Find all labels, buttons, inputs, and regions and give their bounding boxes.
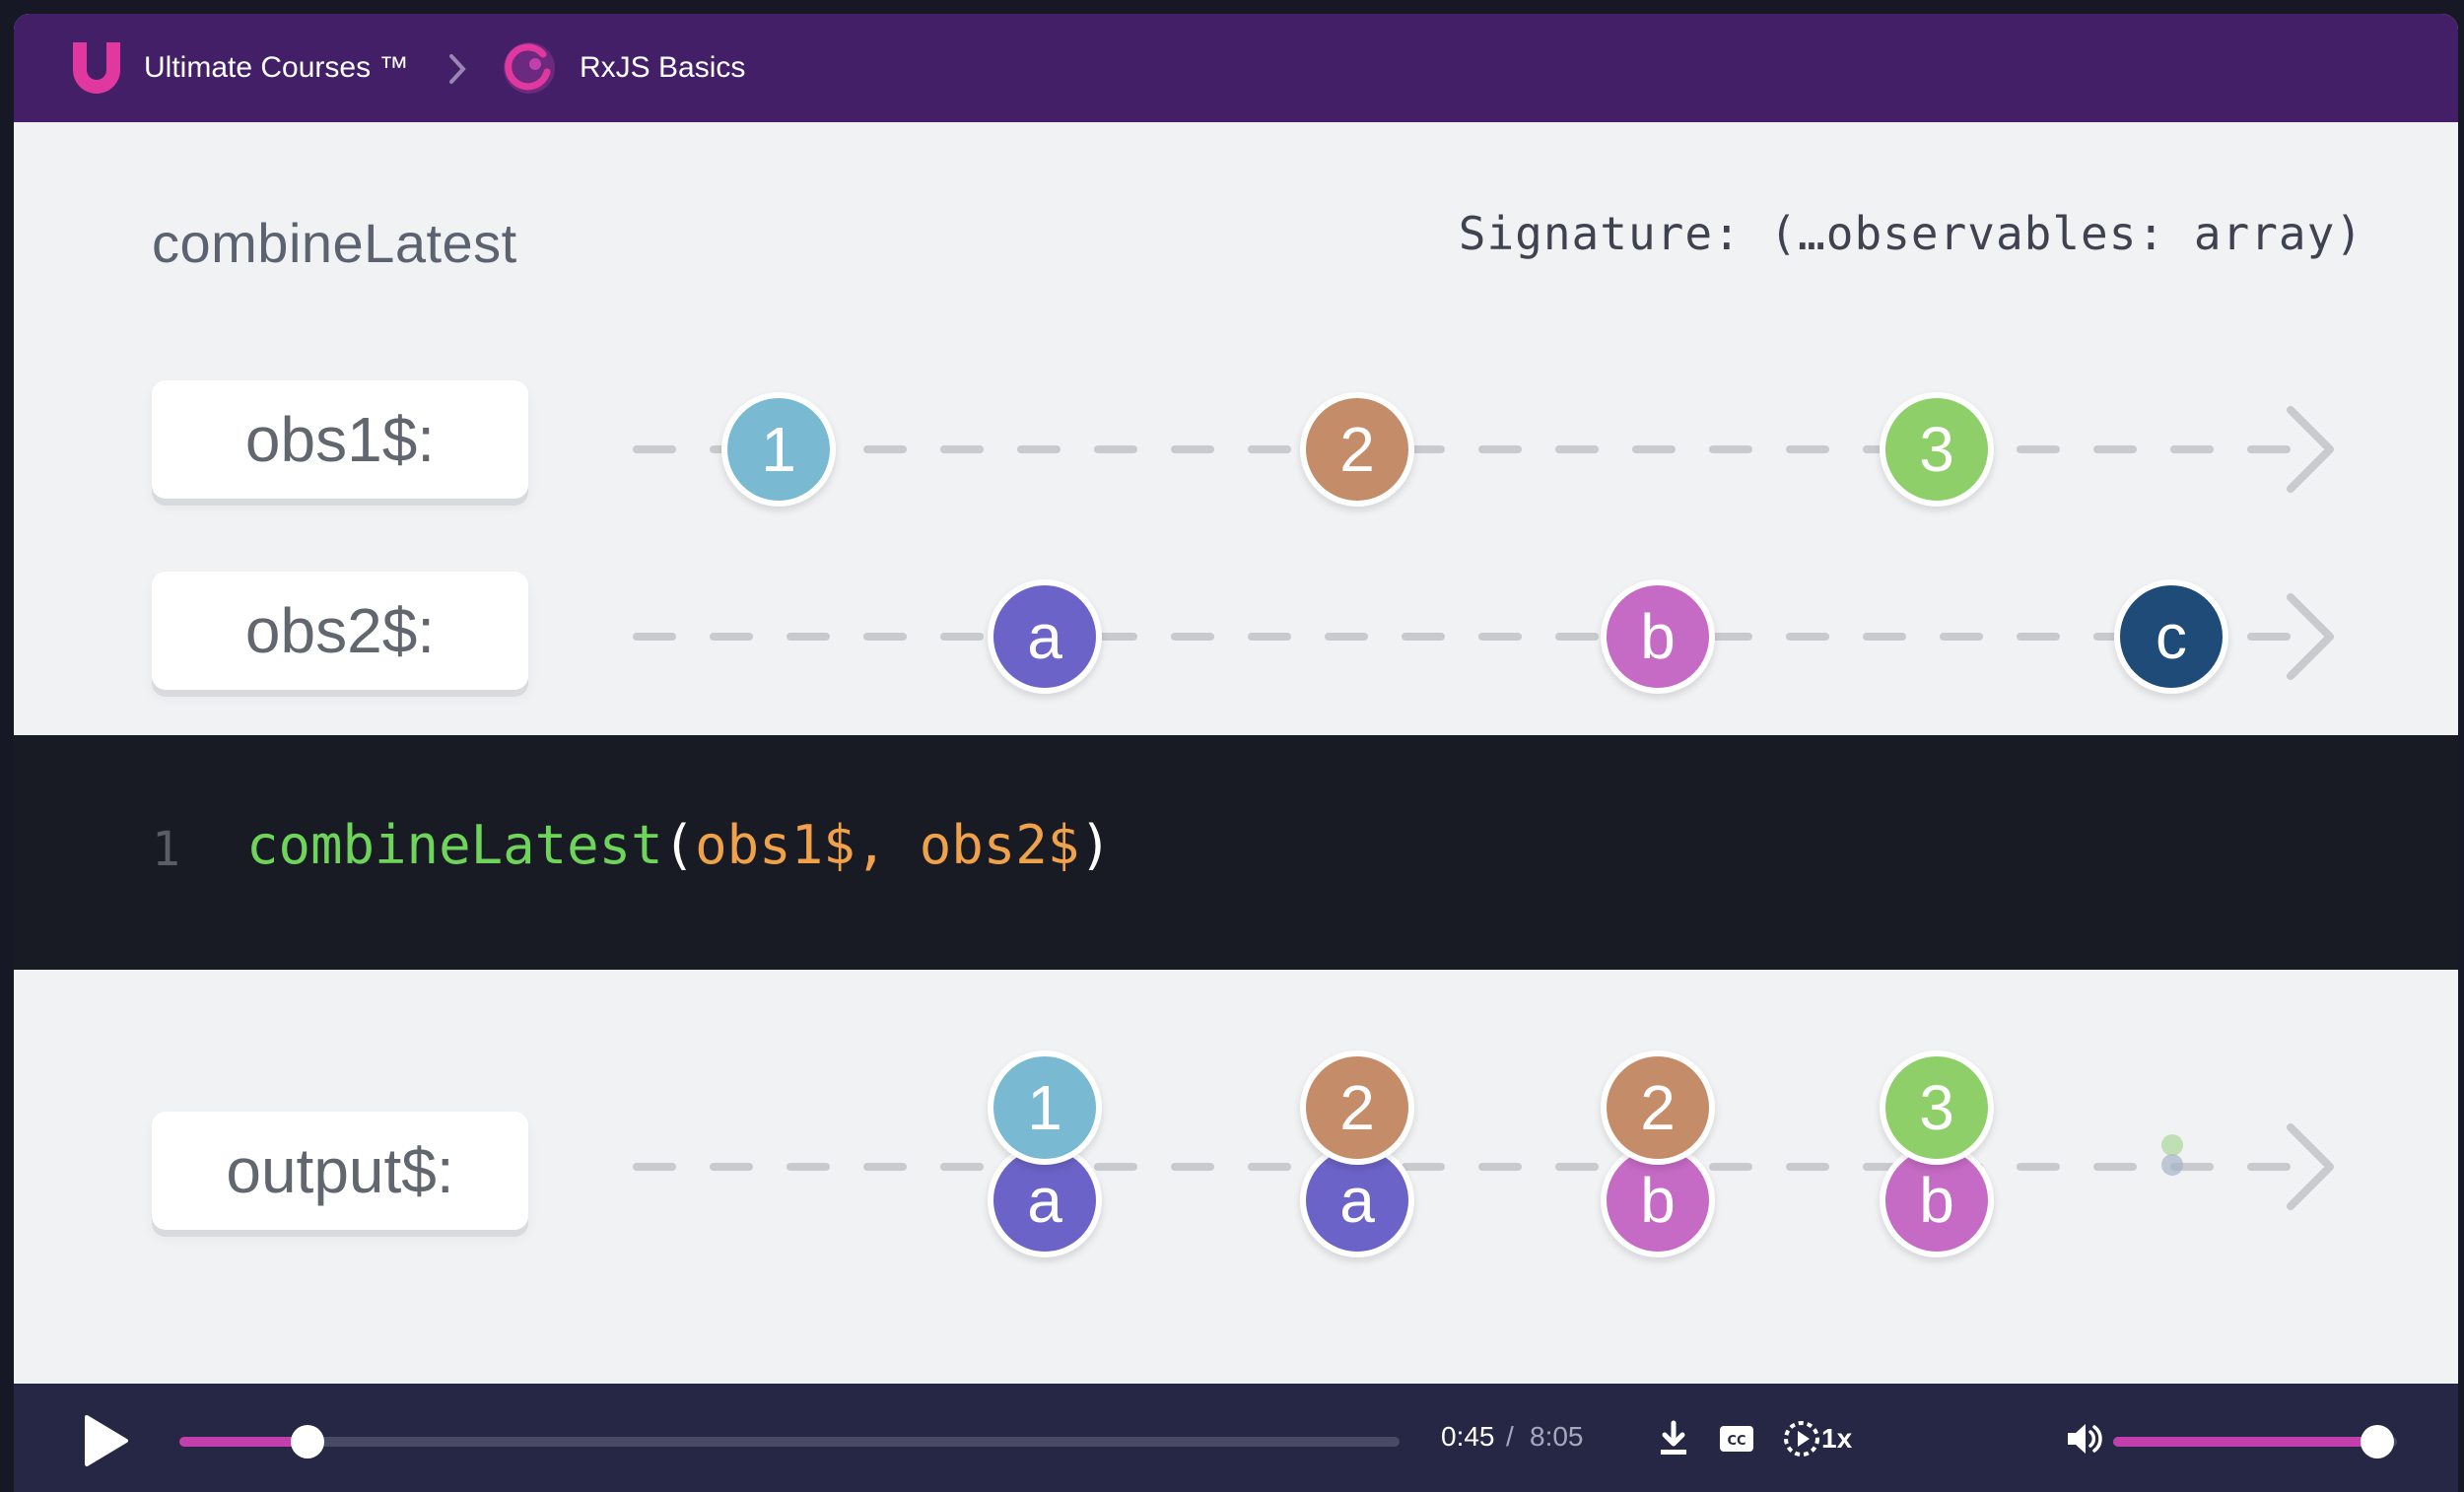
time-separator: / <box>1506 1421 1514 1452</box>
volume-icon[interactable] <box>2064 1419 2103 1458</box>
volume-level <box>2113 1437 2377 1447</box>
code-open-paren: ( <box>662 814 696 876</box>
marble-obs1-2: 2 <box>1300 392 1414 507</box>
rxjs-logo-icon <box>504 42 555 94</box>
volume-handle[interactable] <box>2360 1425 2394 1458</box>
brand-link[interactable]: Ultimate Courses ™ <box>144 43 408 93</box>
marble-obs2-c: c <box>2114 579 2228 694</box>
course-header: Ultimate Courses ™ RxJS Basics <box>14 14 2458 122</box>
seek-handle[interactable] <box>290 1425 324 1458</box>
marble-obs1-3: 3 <box>1880 392 1994 507</box>
code-arg-1: obs1$ <box>695 814 856 876</box>
stream-label-output: output$: <box>152 1112 528 1230</box>
code-comma: , <box>855 814 920 876</box>
playback-speed-icon[interactable] <box>1782 1419 1821 1458</box>
fading-marble-top <box>2161 1134 2183 1156</box>
seek-progress <box>179 1437 308 1447</box>
marble-diagram-output: output$: a 1 a 2 b 2 b 3 <box>14 970 2458 1384</box>
marble-obs1-1: 1 <box>721 392 836 507</box>
code-editor: 1 combineLatest(obs1$, obs2$) <box>14 735 2458 970</box>
svg-text:CC: CC <box>1727 1434 1745 1449</box>
output-marble-3-top: 2 <box>1601 1051 1715 1165</box>
play-icon[interactable] <box>79 1413 132 1468</box>
output-marble-4-top: 3 <box>1880 1051 1994 1165</box>
total-time: 8:05 <box>1530 1421 1584 1452</box>
code-close-paren: ) <box>1079 814 1112 876</box>
seek-bar[interactable] <box>179 1425 1400 1458</box>
output-marble-2-top: 2 <box>1300 1051 1414 1165</box>
code-arg-2: obs2$ <box>919 814 1080 876</box>
marble-diagram-inputs: combineLatest Signature: (…observables: … <box>14 122 2458 735</box>
stream-label-obs1: obs1$: <box>152 380 528 499</box>
marble-obs2-a: a <box>988 579 1102 694</box>
download-icon[interactable] <box>1654 1419 1693 1458</box>
volume-slider[interactable] <box>2113 1425 2397 1458</box>
line-number: 1 <box>152 822 180 877</box>
marble-obs2-b: b <box>1601 579 1715 694</box>
captions-icon[interactable]: CC <box>1717 1419 1756 1458</box>
code-function: combineLatest <box>246 814 663 876</box>
video-player-controls: 0:45 / 8:05 CC 1x <box>14 1384 2458 1492</box>
video-frame: Ultimate Courses ™ RxJS Basics combineLa… <box>14 14 2458 1492</box>
course-title-link[interactable]: RxJS Basics <box>580 43 745 93</box>
stream-label-obs2: obs2$: <box>152 572 528 690</box>
playback-speed-label[interactable]: 1x <box>1821 1423 1852 1455</box>
code-line: combineLatest(obs1$, obs2$) <box>246 814 1112 876</box>
ultimate-courses-logo[interactable] <box>69 38 124 96</box>
breadcrumb-chevron-icon <box>449 54 466 84</box>
fading-marble-bottom <box>2161 1154 2183 1176</box>
output-marble-1-top: 1 <box>988 1051 1102 1165</box>
current-time: 0:45 <box>1441 1421 1495 1452</box>
